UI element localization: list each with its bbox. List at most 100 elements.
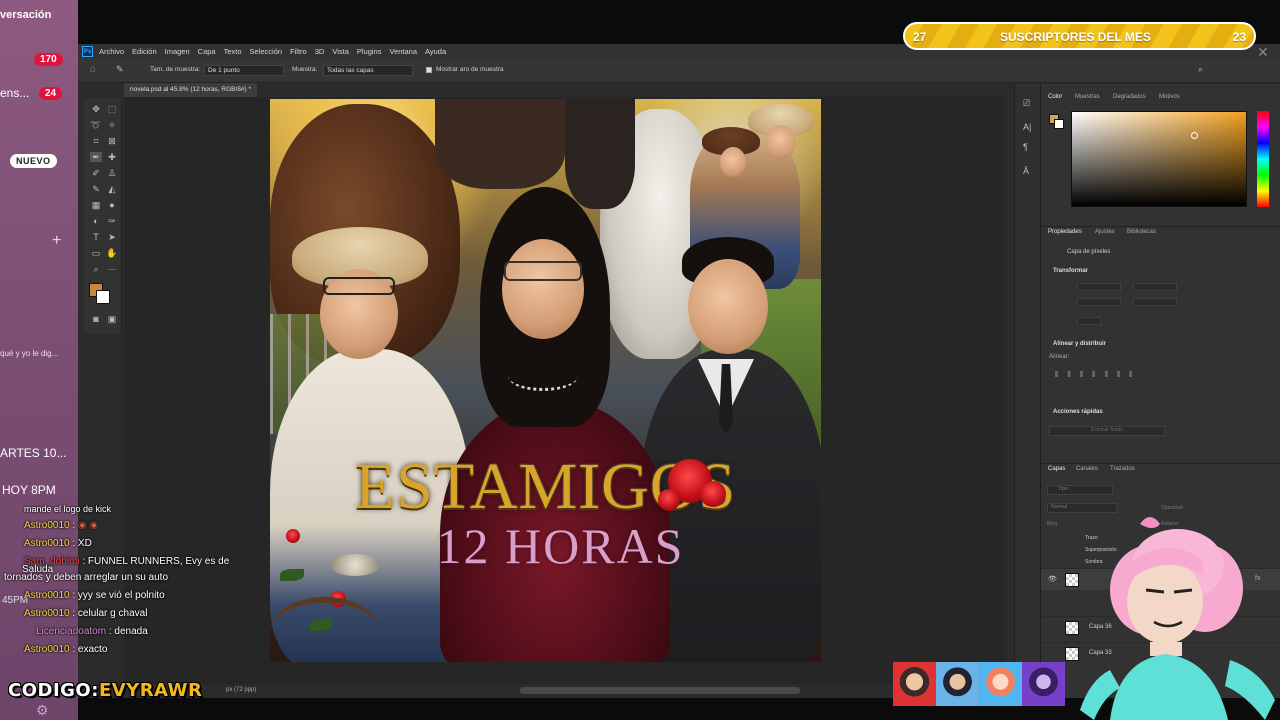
- promo-code: CODIGO:EVYRAWR: [8, 680, 202, 701]
- color-picker-field[interactable]: [1071, 111, 1247, 207]
- angle-field[interactable]: [1077, 317, 1101, 325]
- align-section[interactable]: Alinear y distribuir: [1053, 341, 1106, 347]
- gear-icon[interactable]: ⚙: [36, 702, 49, 719]
- menu-edicion[interactable]: Edición: [132, 47, 157, 56]
- history-icon[interactable]: ⎚: [1023, 98, 1030, 109]
- dodge-tool-icon[interactable]: ◐: [90, 216, 102, 226]
- transform-section[interactable]: Transformar: [1053, 268, 1088, 274]
- path-select-icon[interactable]: ➤: [106, 232, 118, 242]
- menu-imagen[interactable]: Imagen: [165, 47, 190, 56]
- rider-figure: [565, 99, 635, 209]
- tab-capas[interactable]: Capas: [1048, 466, 1065, 472]
- pixel-layer-label: Capa de píxeles: [1067, 249, 1111, 255]
- avatar: [979, 662, 1022, 706]
- tab-trazados[interactable]: Trazados: [1110, 466, 1135, 472]
- shape-tool-icon[interactable]: ▭: [90, 248, 102, 258]
- conversation-label[interactable]: versación: [0, 9, 51, 21]
- tab-color[interactable]: Color: [1048, 94, 1062, 100]
- menu-ayuda[interactable]: Ayuda: [425, 47, 446, 56]
- document-tab[interactable]: novela.psd al 45.8% (12 horas, RGB/8#) *: [124, 83, 258, 97]
- sample-size-label: Tam. de muestra:: [150, 66, 201, 73]
- pen-tool-icon[interactable]: ✑: [106, 216, 118, 226]
- tab-degradados[interactable]: Degradados: [1113, 94, 1146, 100]
- width-field[interactable]: [1077, 283, 1121, 291]
- height-field[interactable]: [1077, 298, 1121, 306]
- menu-plugins[interactable]: Plugins: [357, 47, 382, 56]
- horizontal-scrollbar[interactable]: [520, 687, 800, 694]
- y-field[interactable]: [1133, 298, 1177, 306]
- magic-wand-tool-icon[interactable]: ✧: [106, 120, 118, 130]
- menu-vista[interactable]: Vista: [332, 47, 349, 56]
- remove-background-button[interactable]: Eliminar fondo: [1049, 426, 1165, 436]
- plus-icon[interactable]: +: [52, 232, 61, 250]
- sample-dropdown[interactable]: Todas las capas: [323, 65, 413, 76]
- avatar: [893, 662, 936, 706]
- gradient-tool-icon[interactable]: ▦: [90, 200, 102, 210]
- tab-propiedades[interactable]: Propiedades: [1048, 229, 1082, 235]
- quick-mask-icon[interactable]: ◙: [90, 314, 102, 324]
- history-brush-icon[interactable]: ✎: [90, 184, 102, 194]
- x-field[interactable]: [1133, 283, 1177, 291]
- zoom-tool-icon[interactable]: ⌕: [90, 264, 102, 274]
- frame-tool-icon[interactable]: ⊠: [106, 136, 118, 146]
- lock-label: Bloq.:: [1047, 521, 1060, 527]
- home-icon[interactable]: ⌂: [90, 64, 96, 75]
- menu-filtro[interactable]: Filtro: [290, 47, 307, 56]
- eyedropper-tool-icon[interactable]: ✒: [90, 152, 102, 162]
- eyedropper-icon[interactable]: ✎: [116, 64, 124, 75]
- tab-canales[interactable]: Canales: [1076, 466, 1098, 472]
- woman-face: [720, 147, 746, 177]
- hue-slider[interactable]: [1257, 111, 1269, 207]
- promo-code-value: EVYRAWR: [98, 680, 203, 701]
- healing-tool-icon[interactable]: ✚: [106, 152, 118, 162]
- menu-seleccion[interactable]: Selección: [250, 47, 283, 56]
- stamp-tool-icon[interactable]: ♙: [106, 168, 118, 178]
- align-icons[interactable]: ⫴⫴⫴⫴⫴⫴⫴: [1055, 370, 1142, 380]
- tab-bibliotecas[interactable]: Bibliotecas: [1127, 229, 1156, 235]
- quick-actions-section[interactable]: Acciones rápidas: [1053, 409, 1103, 415]
- chat-message: Licenciadoatom : denada: [36, 626, 148, 637]
- more-tools-icon[interactable]: ⋯: [106, 264, 118, 274]
- move-tool-icon[interactable]: ✥: [90, 104, 102, 114]
- close-icon[interactable]: ✕: [1257, 44, 1269, 61]
- menu-texto[interactable]: Texto: [224, 47, 242, 56]
- search-icon[interactable]: ⌕: [1198, 64, 1203, 75]
- type-tool-icon[interactable]: T: [90, 232, 102, 242]
- new-badge[interactable]: NUEVO: [10, 154, 57, 168]
- brush-tool-icon[interactable]: ✐: [90, 168, 102, 178]
- options-bar: ⌂ ✎ Tam. de muestra: De 1 punto Muestra:…: [78, 59, 1280, 83]
- background-color-swatch[interactable]: [1054, 119, 1064, 129]
- hand-tool-icon[interactable]: ✋: [106, 248, 118, 258]
- chat-message: Astro0010 : exacto: [24, 644, 108, 655]
- layers-tabs: Capas Canales Trazados: [1041, 463, 1280, 475]
- properties-tabs: Propiedades Ajustes Bibliotecas: [1041, 226, 1280, 238]
- marquee-tool-icon[interactable]: ⬚: [106, 104, 118, 114]
- screen-mode-icon[interactable]: ▣: [106, 314, 118, 324]
- poster-artwork[interactable]: ESTAMIGOS 12 HORAS: [270, 99, 821, 662]
- saluda-label[interactable]: Saluda: [22, 564, 53, 575]
- layer-filter-field[interactable]: Tipo: [1047, 485, 1113, 495]
- tab-ajustes[interactable]: Ajustes: [1095, 229, 1115, 235]
- suited-man-face: [688, 259, 768, 354]
- crop-tool-icon[interactable]: ⌗: [90, 136, 102, 146]
- tab-motivos[interactable]: Motivos: [1159, 94, 1180, 100]
- menu-capa[interactable]: Capa: [198, 47, 216, 56]
- menu-3d[interactable]: 3D: [315, 47, 325, 56]
- glyphs-icon[interactable]: Ā: [1023, 166, 1029, 176]
- picker-handle[interactable]: [1191, 132, 1198, 139]
- rose-icon: [700, 481, 726, 507]
- eye-icon[interactable]: 👁: [1048, 575, 1057, 583]
- blur-tool-icon[interactable]: ●: [106, 200, 118, 210]
- menu-archivo[interactable]: Archivo: [99, 47, 124, 56]
- paragraph-icon[interactable]: ¶: [1023, 142, 1028, 152]
- show-ring-checkbox[interactable]: [426, 67, 432, 73]
- sidebar-item[interactable]: ens...: [0, 86, 29, 100]
- sample-size-dropdown[interactable]: De 1 punto: [204, 65, 284, 76]
- menu-ventana[interactable]: Ventana: [389, 47, 417, 56]
- lasso-tool-icon[interactable]: ➰: [90, 120, 102, 130]
- eraser-tool-icon[interactable]: ◭: [106, 184, 118, 194]
- align-label: Alinear:: [1049, 354, 1070, 360]
- tab-muestras[interactable]: Muestras: [1075, 94, 1100, 100]
- character-icon[interactable]: A|: [1023, 122, 1031, 132]
- background-color-swatch[interactable]: [96, 290, 110, 304]
